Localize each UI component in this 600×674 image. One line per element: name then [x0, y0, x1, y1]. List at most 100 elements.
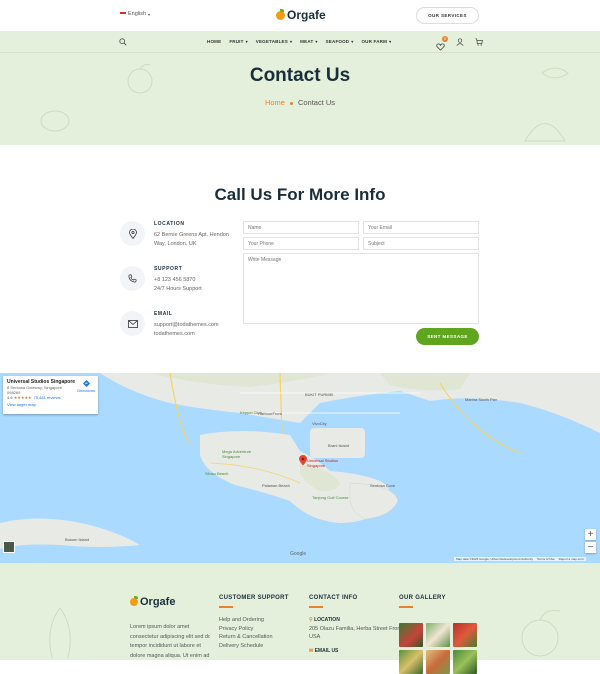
- location-icon-badge: [120, 221, 145, 246]
- search-icon[interactable]: [119, 38, 127, 46]
- header-actions: 0: [436, 36, 483, 51]
- map-pin-icon: [128, 228, 137, 239]
- contact-section-title: Call Us For More Info: [214, 185, 386, 204]
- footer-link-help[interactable]: Help and Ordering: [219, 616, 289, 625]
- gallery-image[interactable]: [399, 623, 423, 647]
- contact-location: LOCATION 62 Bernie Greens Apt. Hendon Wa…: [120, 221, 229, 249]
- cart-icon[interactable]: [475, 38, 483, 46]
- map-label-marina: Marina South Pier: [465, 397, 498, 402]
- phone-field[interactable]: Your Phone: [243, 237, 359, 250]
- envelope-icon: [127, 319, 138, 328]
- wishlist-count-badge: 0: [442, 36, 448, 42]
- terms-link[interactable]: Terms of Use: [537, 557, 555, 561]
- email-icon-badge: [120, 311, 145, 336]
- orange-logo-icon: [130, 596, 138, 606]
- subject-field[interactable]: Subject: [363, 237, 479, 250]
- map-pin-icon[interactable]: [299, 455, 307, 466]
- location-title: LOCATION: [154, 221, 185, 227]
- zoom-out-button[interactable]: −: [585, 542, 596, 553]
- name-field[interactable]: Name: [243, 221, 359, 234]
- map-pin-icon: ⚲: [309, 617, 313, 623]
- breadcrumb: Home Contact Us: [0, 98, 600, 107]
- vegetable-sketch-right: [524, 123, 566, 142]
- rating-stars: ★★★★★: [13, 395, 32, 400]
- nav-item-home[interactable]: HOME: [207, 39, 221, 44]
- gallery-image[interactable]: [453, 650, 477, 674]
- directions-button[interactable]: Directions: [77, 380, 95, 393]
- nav-item-our-farm[interactable]: OUR FARM ▾: [361, 39, 391, 44]
- vegetable-sketch-footer-right: [521, 609, 561, 657]
- our-services-button[interactable]: OUR SERVICES: [416, 7, 479, 24]
- map-label-bukom: Bukom Island: [65, 537, 90, 542]
- language-label: English: [128, 11, 147, 17]
- place-info-card: Universal Studios Singapore 8 Sentosa Ga…: [3, 376, 98, 414]
- view-larger-map-link[interactable]: View larger map: [7, 402, 94, 407]
- breadcrumb-home-link[interactable]: Home: [265, 98, 285, 107]
- gallery-image[interactable]: [453, 623, 477, 647]
- title-underline: [219, 606, 233, 608]
- gallery-image[interactable]: [426, 623, 450, 647]
- nav-item-fruit[interactable]: FRUIT ▾: [229, 39, 247, 44]
- map-label-keppel: Keppel Club: [240, 410, 262, 415]
- email-website: todathemes.com: [154, 331, 195, 337]
- phone-icon-badge: [120, 266, 145, 291]
- footer-support-title: CUSTOMER SUPPORT: [219, 595, 289, 601]
- envelope-icon: ✉: [309, 647, 314, 654]
- location-map[interactable]: Universal Studios Singapore VivoCity BUK…: [0, 373, 600, 563]
- map-label-tanjong: Tanjong Golf Course: [312, 495, 349, 500]
- map-label-sentosa-cove: Sentosa Cove: [370, 483, 396, 488]
- map-attribution: Map data ©2025 Google, Urban Redevelopme…: [454, 557, 586, 561]
- footer-support-column: CUSTOMER SUPPORT Help and Ordering Priva…: [219, 595, 289, 650]
- gallery-image[interactable]: [426, 650, 450, 674]
- email-field[interactable]: Your Email: [363, 221, 479, 234]
- zoom-in-button[interactable]: +: [585, 529, 596, 540]
- nav-item-meat[interactable]: MEAT ▾: [300, 39, 317, 44]
- language-selector[interactable]: English ▾: [120, 11, 150, 17]
- chevron-down-icon: ▾: [245, 39, 248, 44]
- top-bar: English ▾ Orgafe OUR SERVICES: [0, 0, 600, 31]
- footer-about-text: Lorem ipsum dolor amet consectetur adipi…: [130, 624, 210, 659]
- map-label-brani: Brani Island: [328, 443, 350, 448]
- footer-location-heading: ⚲ LOCATION: [309, 617, 340, 623]
- footer-gallery-column: OUR GALLERY: [399, 595, 446, 616]
- map-label-bukit: BUKIT PURMEI: [305, 392, 334, 397]
- wishlist-button[interactable]: 0: [436, 36, 448, 51]
- send-message-button[interactable]: SENT MESSAGE: [416, 328, 479, 345]
- footer-link-return[interactable]: Return & Cancellation: [219, 633, 289, 642]
- map-pin-label: Universal Studios Singapore: [307, 458, 339, 468]
- footer-link-privacy[interactable]: Privacy Policy: [219, 625, 289, 634]
- footer-link-delivery[interactable]: Delivery Schedule: [219, 642, 289, 651]
- user-icon[interactable]: [456, 38, 464, 46]
- site-footer: Orgafe Lorem ipsum dolor amet consectetu…: [0, 563, 600, 674]
- vegetable-sketch-footer-left: [49, 607, 71, 659]
- breadcrumb-current: Contact Us: [297, 98, 336, 107]
- chevron-down-icon: ▾: [351, 39, 354, 44]
- title-underline: [309, 606, 323, 608]
- support-title: SUPPORT: [154, 266, 183, 272]
- contact-email: EMAIL support@todathemes.com todathemes.…: [120, 311, 219, 339]
- report-map-error-link[interactable]: Report a map error: [559, 557, 584, 561]
- flag-icon: [120, 12, 126, 16]
- orange-logo-icon: [276, 8, 285, 20]
- place-rating: 4.6 ★★★★★ 75,481 reviews: [7, 395, 61, 400]
- google-logo: Google: [290, 551, 307, 557]
- chevron-down-icon: ▾: [148, 11, 151, 17]
- support-hours: 24/7 Hours Support: [154, 286, 202, 292]
- nav-item-vegetables[interactable]: VEGETABLES ▾: [256, 39, 292, 44]
- footer-email-heading: ✉ EMAIL US: [309, 647, 339, 654]
- breadcrumb-separator: [289, 101, 293, 105]
- map-type-toggle[interactable]: [3, 541, 15, 553]
- place-reviews-link[interactable]: 75,481 reviews: [34, 395, 61, 400]
- support-phone: +8 123 456 5870: [154, 277, 196, 283]
- contact-section: Call Us For More Info LOCATION 62 Bernie…: [0, 145, 600, 373]
- footer-logo[interactable]: Orgafe: [130, 596, 175, 608]
- gallery-image[interactable]: [399, 650, 423, 674]
- nav-item-seafood[interactable]: SEAFOOD ▾: [326, 39, 354, 44]
- chevron-down-icon: ▾: [389, 39, 392, 44]
- chevron-down-icon: ▾: [315, 39, 318, 44]
- site-logo[interactable]: Orgafe: [276, 8, 326, 22]
- nav-menu: HOME FRUIT ▾ VEGETABLES ▾ MEAT ▾ SEAFOOD ▾ O…: [207, 39, 391, 44]
- map-label-siloso: Siloso Beach: [205, 471, 229, 476]
- message-textarea[interactable]: Write Message: [243, 253, 479, 324]
- heart-icon: [436, 43, 445, 51]
